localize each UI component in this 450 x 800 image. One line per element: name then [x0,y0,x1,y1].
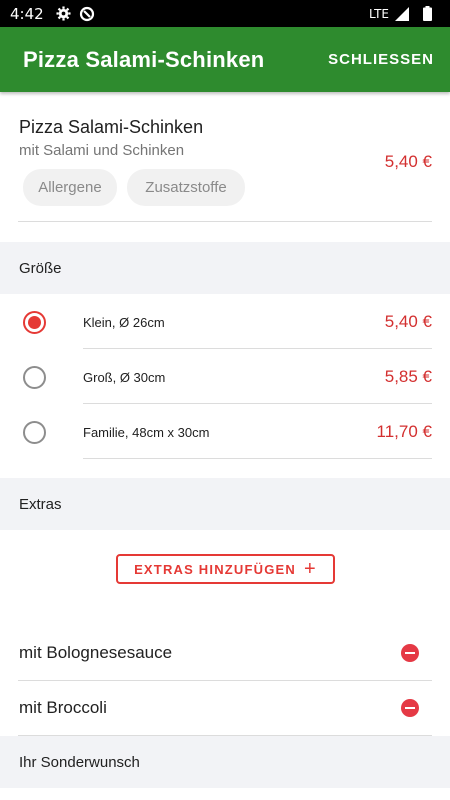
extra-item-label: mit Broccoli [19,698,107,717]
page-title: Pizza Salami-Schinken [23,46,265,72]
signal-icon [395,6,409,21]
content-scroll[interactable]: Pizza Salami-Schinken mit Salami und Sch… [0,92,450,800]
gear-icon [56,6,71,21]
app-bar: Pizza Salami-Schinken SCHLIESSEN [0,27,450,92]
divider [83,458,432,459]
radio-unselected-icon[interactable] [23,421,46,444]
size-option-label: Groß, Ø 30cm [83,370,166,385]
size-section-header: Größe [0,242,450,294]
size-option-klein[interactable]: Klein, Ø 26cm 5,40 € [0,294,450,349]
status-bar: 4:42 LTE [0,0,450,27]
size-option-price: 5,40 € [384,312,432,331]
zusatzstoffe-chip[interactable]: Zusatzstoffe [127,169,245,206]
plus-icon: + [304,558,317,580]
size-options: Klein, Ø 26cm 5,40 € Groß, Ø 30cm 5,85 €… [0,294,450,478]
size-option-price: 11,70 € [376,422,432,441]
remove-icon[interactable] [401,644,419,662]
add-extras-label: EXTRAS HINZUFÜGEN [134,561,297,577]
extras-section-header: Extras [0,478,450,530]
extra-item: mit Broccoli [0,681,450,736]
size-option-gross[interactable]: Groß, Ø 30cm 5,85 € [0,349,450,404]
allergene-chip[interactable]: Allergene [23,169,117,206]
extra-item: mit Bolognesesauce [0,626,450,681]
size-option-price: 5,85 € [384,367,432,386]
radio-selected-icon[interactable] [23,311,46,334]
product-price: 5,40 € [384,152,432,171]
network-type: LTE [369,6,389,21]
extra-item-label: mit Bolognesesauce [19,643,173,662]
battery-icon [423,6,432,21]
remove-icon[interactable] [401,699,419,717]
size-option-label: Klein, Ø 26cm [83,315,165,330]
size-option-label: Familie, 48cm x 30cm [83,425,210,440]
wish-section-header: Ihr Sonderwunsch [0,736,450,788]
add-extras-button[interactable]: EXTRAS HINZUFÜGEN + [116,554,335,584]
extras-area: EXTRAS HINZUFÜGEN + mit Bolognesesauce m… [0,530,450,736]
divider [18,221,432,222]
size-option-familie[interactable]: Familie, 48cm x 30cm 11,70 € [0,404,450,459]
data-saver-icon [79,6,95,22]
product-info: Pizza Salami-Schinken mit Salami und Sch… [0,92,450,242]
product-name: Pizza Salami-Schinken [19,117,204,137]
radio-unselected-icon[interactable] [23,366,46,389]
product-description: mit Salami und Schinken [19,142,185,159]
close-button[interactable]: SCHLIESSEN [328,51,434,68]
status-time: 4:42 [10,4,44,23]
divider [18,735,432,736]
